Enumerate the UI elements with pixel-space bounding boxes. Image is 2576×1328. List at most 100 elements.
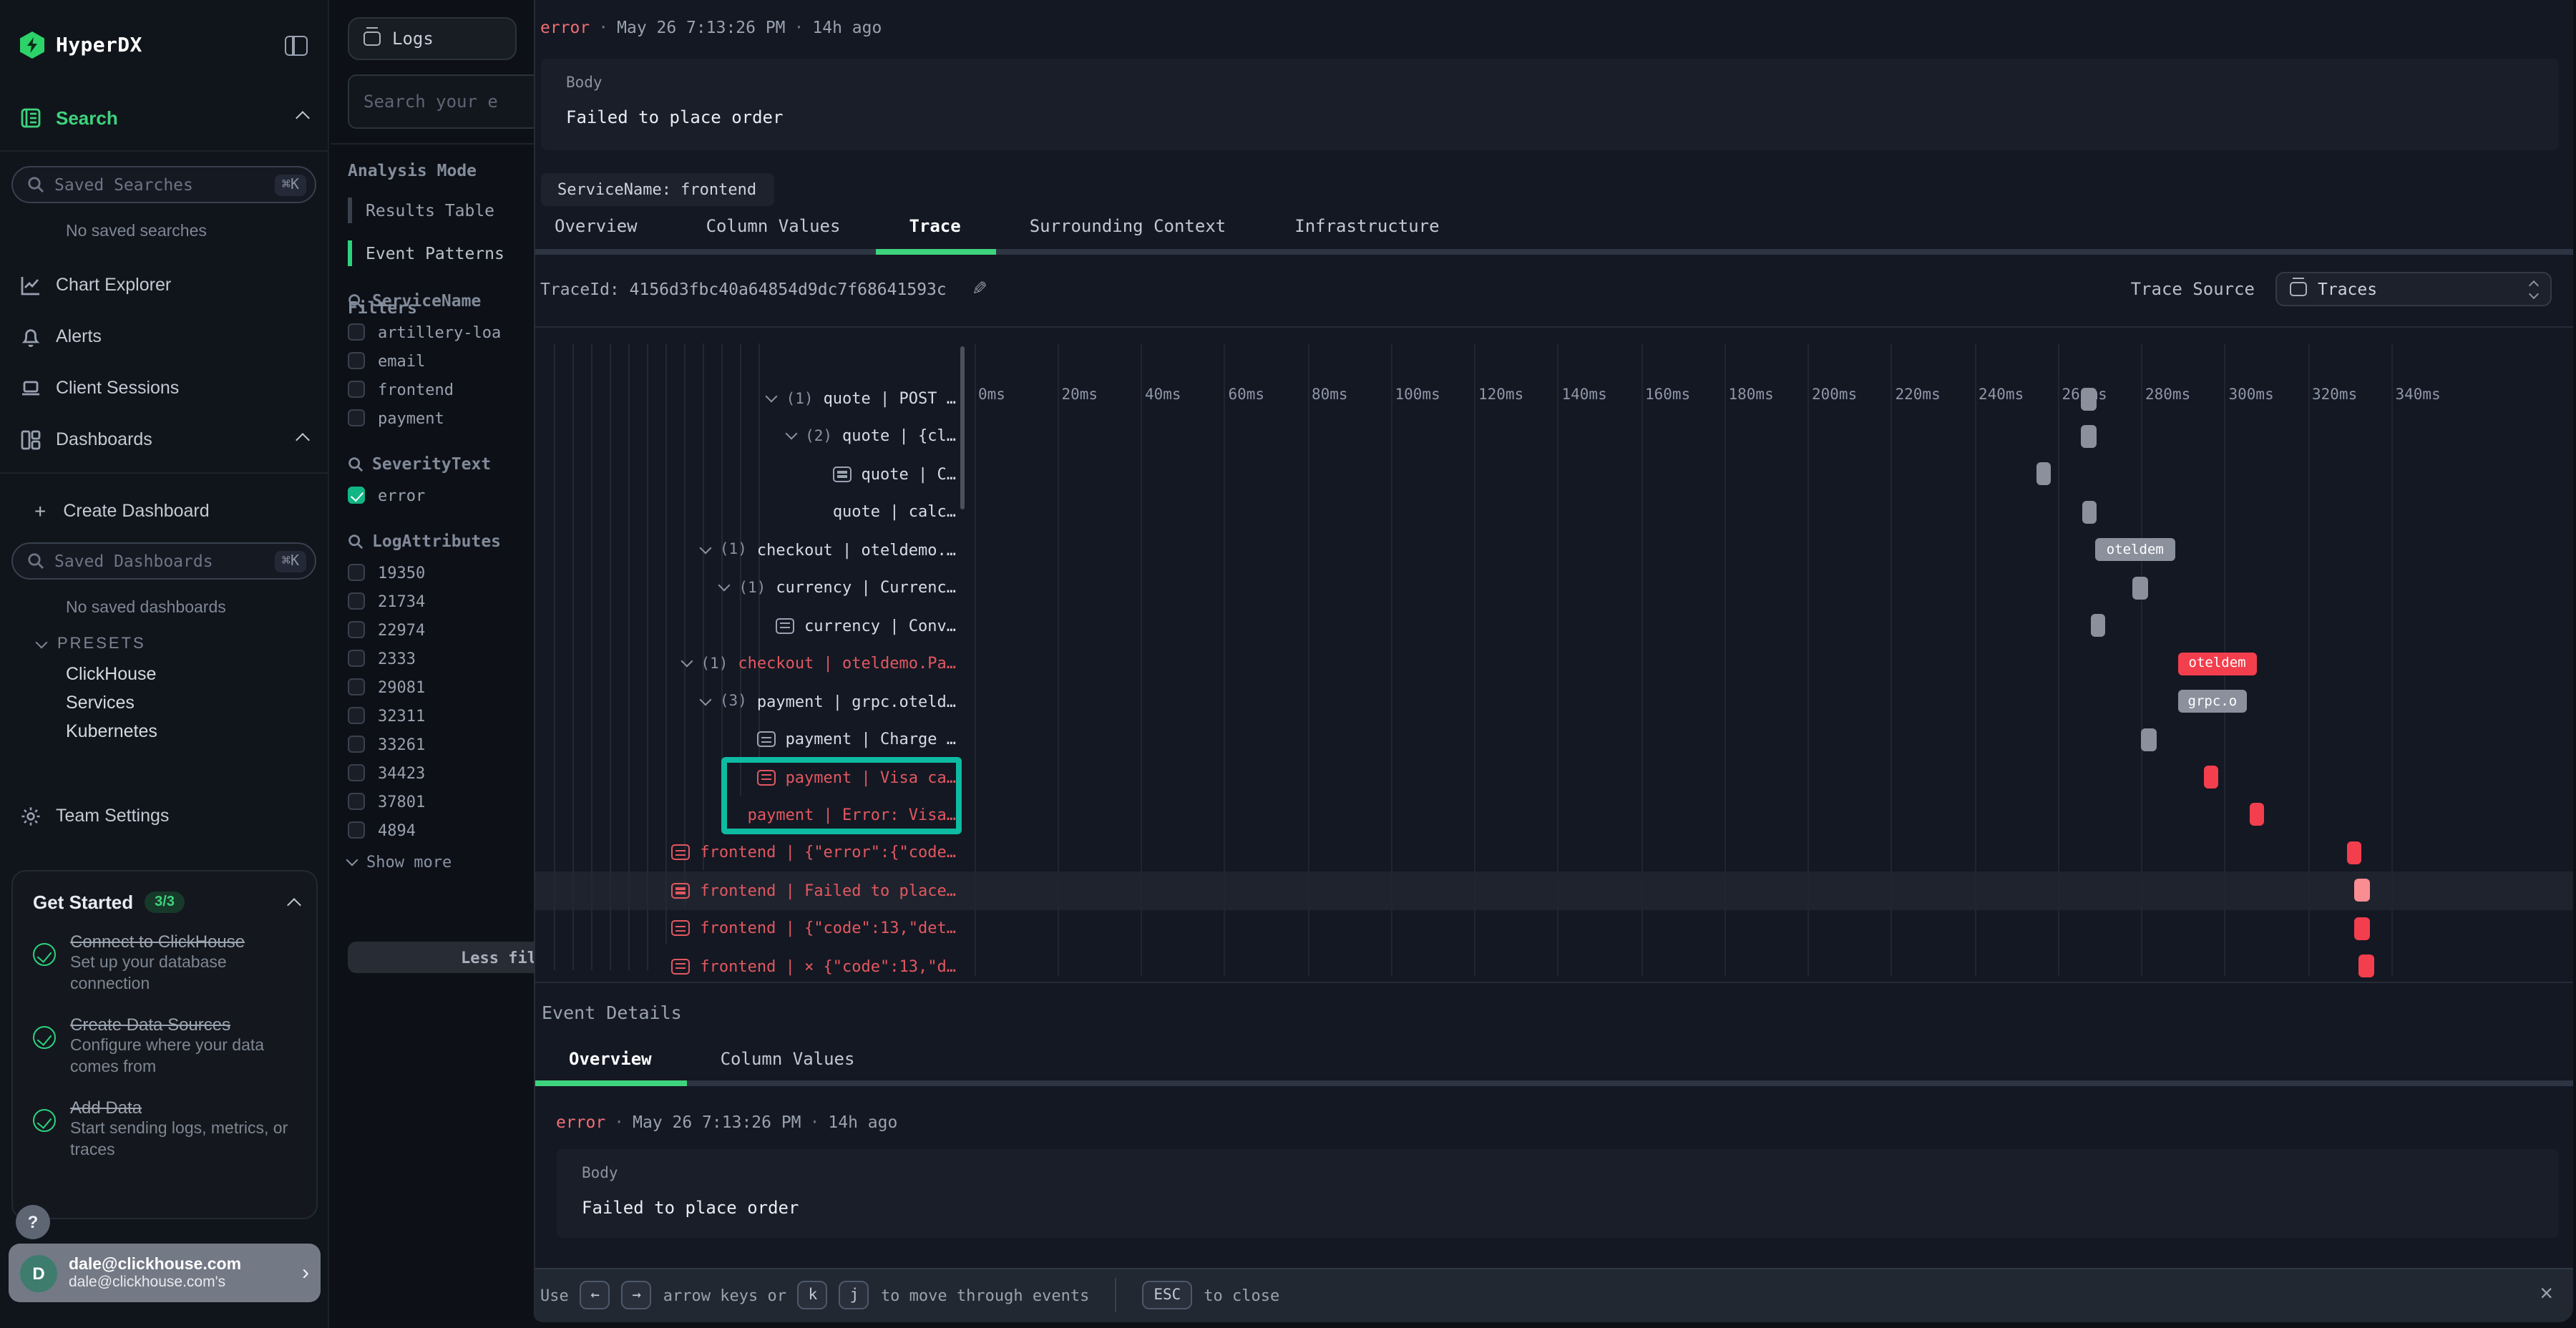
chevron-down-icon[interactable] <box>785 428 797 440</box>
filter-option[interactable]: 19350 <box>348 558 534 587</box>
trace-span-bar[interactable] <box>2091 614 2105 637</box>
presets-toggle[interactable]: PRESETS <box>0 628 328 660</box>
trace-tree-row[interactable]: quote | calc… <box>833 499 956 525</box>
checkbox[interactable] <box>348 621 365 638</box>
preset-dashboard-item[interactable]: Kubernetes <box>0 717 328 746</box>
tab-infrastructure[interactable]: Infrastructure <box>1260 207 1473 250</box>
trace-span-bar[interactable] <box>2082 425 2097 448</box>
trace-span-bar[interactable] <box>2132 577 2148 600</box>
checkbox[interactable] <box>348 487 365 504</box>
get-started-item[interactable]: Connect to ClickHouseSet up your databas… <box>33 932 299 996</box>
filter-option[interactable]: 29081 <box>348 673 534 701</box>
sidebar-item-alerts[interactable]: Alerts <box>0 318 328 355</box>
checkbox[interactable] <box>348 736 365 753</box>
tab-trace[interactable]: Trace <box>874 207 995 250</box>
trace-tree-row[interactable]: frontend | × {"code":13,"d… <box>671 954 956 980</box>
user-menu[interactable]: D dale@clickhouse.com dale@clickhouse.co… <box>9 1244 321 1302</box>
tab-overview[interactable]: Overview <box>535 1040 686 1083</box>
sidebar-item-chart-explorer[interactable]: Chart Explorer <box>0 266 328 303</box>
trace-span-bar[interactable] <box>2082 387 2097 410</box>
create-dashboard-button[interactable]: + Create Dashboard <box>0 494 328 528</box>
j-key[interactable]: j <box>839 1281 869 1310</box>
checkbox[interactable] <box>348 821 365 839</box>
checkbox[interactable] <box>348 592 365 610</box>
close-icon[interactable]: × <box>2540 1284 2553 1307</box>
filter-option[interactable]: 34423 <box>348 758 534 787</box>
sidebar-item-client-sessions[interactable]: Client Sessions <box>0 369 328 406</box>
analysis-mode-option[interactable]: Results Table <box>348 197 534 223</box>
trace-tree-row[interactable]: payment | Error: Visa… <box>748 802 956 828</box>
saved-dashboards-input[interactable]: Saved Dashboards ⌘K <box>11 542 316 580</box>
preset-dashboard-item[interactable]: ClickHouse <box>0 660 328 688</box>
help-button[interactable]: ? <box>16 1205 50 1239</box>
trace-span-bar[interactable] <box>2355 917 2371 940</box>
get-started-item[interactable]: Create Data SourcesConfigure where your … <box>33 1015 299 1079</box>
tab-overview[interactable]: Overview <box>520 207 672 250</box>
checkbox[interactable] <box>348 764 365 781</box>
trace-tree-row[interactable]: currency | Conv… <box>776 612 956 638</box>
trace-span-bar[interactable] <box>2358 955 2374 978</box>
esc-key[interactable]: ESC <box>1142 1281 1192 1310</box>
checkbox[interactable] <box>348 707 365 724</box>
filter-option[interactable]: 4894 <box>348 816 534 844</box>
filter-option[interactable]: 2333 <box>348 644 534 673</box>
arrow-left-key[interactable]: ← <box>580 1281 610 1310</box>
trace-span-bar[interactable] <box>2250 804 2265 826</box>
trace-span-bar[interactable] <box>2203 766 2219 788</box>
trace-tree-row[interactable]: (3)payment | grpc.oteld… <box>701 688 956 714</box>
tab-surrounding-context[interactable]: Surrounding Context <box>995 207 1261 250</box>
chevron-up-icon[interactable] <box>296 433 310 447</box>
trace-tree-row[interactable]: frontend | Failed to place… <box>671 878 956 904</box>
trace-tree-row[interactable]: (1)quote | POST … <box>768 386 956 411</box>
sidebar-item-search[interactable]: Search <box>0 99 328 136</box>
trace-span-bar[interactable]: oteldem <box>2178 652 2257 675</box>
chevron-down-icon[interactable] <box>680 655 693 668</box>
collapse-sidebar-icon[interactable] <box>285 35 308 55</box>
filter-option[interactable]: error <box>348 481 534 509</box>
filter-group-header[interactable]: LogAttributes <box>348 529 534 552</box>
checkbox[interactable] <box>348 793 365 810</box>
trace-tree-row[interactable]: quote | C… <box>833 462 956 487</box>
trace-tree-row[interactable]: frontend | {"code":13,"det… <box>671 916 956 942</box>
get-started-item[interactable]: Add DataStart sending logs, metrics, or … <box>33 1098 299 1162</box>
sidebar-item-dashboards[interactable]: Dashboards <box>0 421 328 458</box>
trace-span-bar[interactable]: oteldem <box>2094 539 2175 562</box>
chevron-down-icon[interactable] <box>699 542 711 554</box>
analysis-mode-option[interactable]: Event Patterns <box>348 240 534 266</box>
trace-span-bar[interactable] <box>2355 879 2371 902</box>
service-name-chip[interactable]: ServiceName: frontend <box>540 173 774 206</box>
chevron-down-icon[interactable] <box>766 391 778 403</box>
trace-span-bar[interactable] <box>2036 463 2051 486</box>
trace-tree-row[interactable]: (1)checkout | oteldemo.… <box>701 537 956 563</box>
chevron-down-icon[interactable] <box>699 693 711 706</box>
filter-option[interactable]: frontend <box>348 375 534 404</box>
filter-option[interactable]: 21734 <box>348 587 534 615</box>
filter-option[interactable]: 33261 <box>348 730 534 758</box>
trace-span-bar[interactable]: grpc.o <box>2178 690 2247 713</box>
checkbox[interactable] <box>348 678 365 695</box>
chevron-up-icon[interactable] <box>287 898 301 912</box>
checkbox[interactable] <box>348 381 365 398</box>
tree-scrollbar[interactable] <box>960 346 965 509</box>
tab-column-values[interactable]: Column Values <box>686 1040 889 1083</box>
sidebar-item-team-settings[interactable]: Team Settings <box>0 797 328 834</box>
filter-option[interactable]: payment <box>348 404 534 432</box>
trace-tree-row[interactable]: frontend | {"error":{"code… <box>671 840 956 866</box>
checkbox[interactable] <box>348 352 365 369</box>
saved-searches-input[interactable]: Saved Searches ⌘K <box>11 166 316 203</box>
k-key[interactable]: k <box>798 1281 828 1310</box>
chevron-up-icon[interactable] <box>296 111 310 125</box>
trace-span-bar[interactable] <box>2141 728 2157 751</box>
filter-option[interactable]: 37801 <box>348 787 534 816</box>
source-select[interactable]: Logs <box>348 17 517 60</box>
checkbox[interactable] <box>348 650 365 667</box>
filter-option[interactable]: artillery-loa <box>348 318 534 346</box>
preset-dashboard-item[interactable]: Services <box>0 688 328 717</box>
trace-tree-row[interactable]: payment | Charge … <box>757 726 956 752</box>
trace-tree-row[interactable]: (1)currency | Currenc… <box>720 575 956 601</box>
arrow-right-key[interactable]: → <box>622 1281 652 1310</box>
trace-tree-row[interactable]: (2)quote | {cl… <box>786 424 956 449</box>
chevron-down-icon[interactable] <box>718 580 731 592</box>
trace-span-bar[interactable] <box>2082 501 2097 524</box>
tab-column-values[interactable]: Column Values <box>672 207 875 250</box>
